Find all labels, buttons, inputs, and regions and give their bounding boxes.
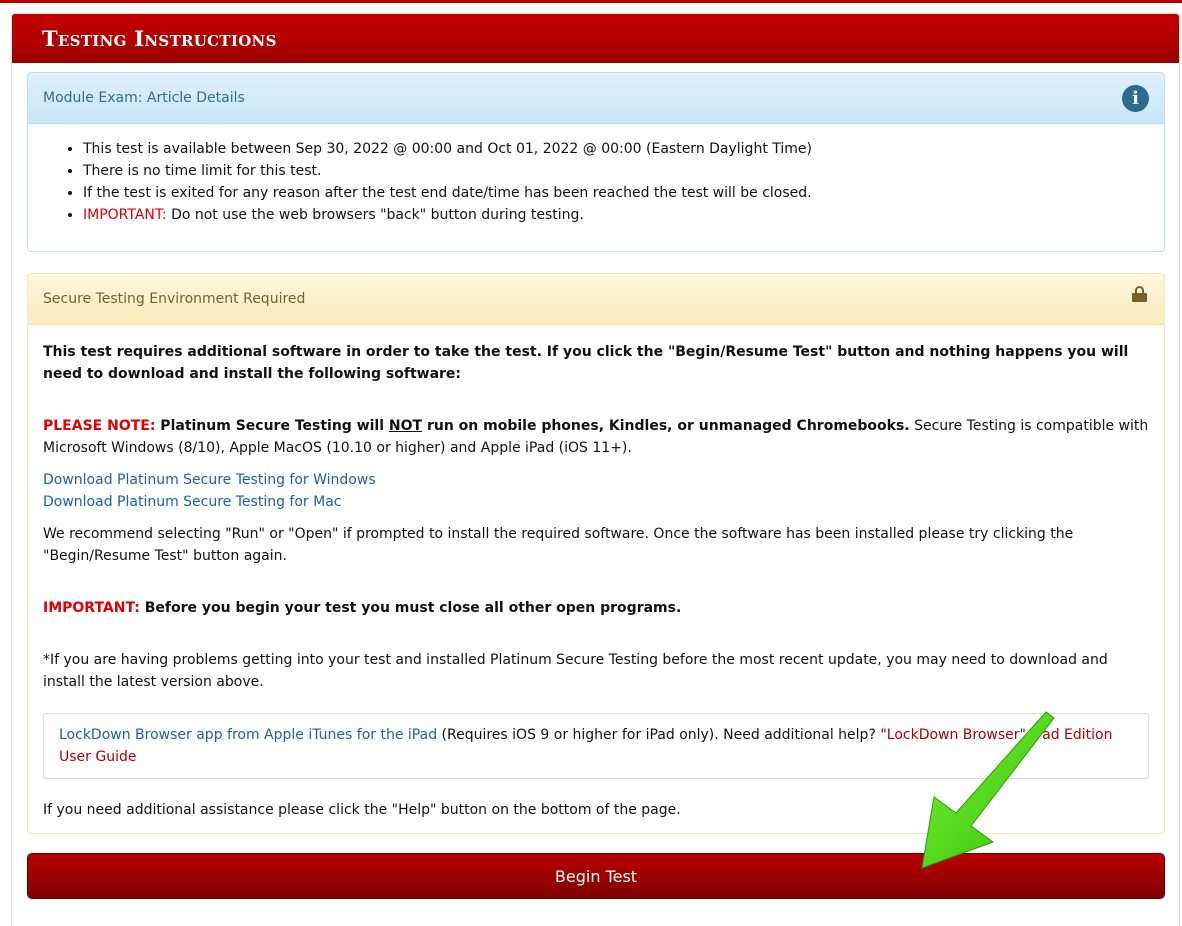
testing-instructions-card: Testing Instructions Module Exam: Articl…	[11, 13, 1180, 926]
begin-test-button[interactable]: Begin Test	[27, 853, 1165, 899]
problems-text: *If you are having problems getting into…	[43, 652, 1108, 690]
secure-testing-panel: Secure Testing Environment Required This…	[27, 273, 1165, 834]
recommend-text: We recommend selecting "Run" or "Open" i…	[43, 526, 1074, 564]
secure-testing-title: Secure Testing Environment Required	[43, 291, 306, 307]
list-item: This test is available between Sep 30, 2…	[83, 138, 1164, 160]
download-mac-link[interactable]: Download Platinum Secure Testing for Mac	[43, 494, 341, 510]
software-intro: This test requires additional software i…	[43, 344, 1129, 382]
lock-icon	[1132, 286, 1147, 302]
list-item: If the test is exited for any reason aft…	[83, 182, 1164, 204]
important-close-programs: IMPORTANT: Before you begin your test yo…	[43, 597, 1149, 619]
important-text: Before you begin your test you must clos…	[139, 600, 682, 616]
please-note: PLEASE NOTE: Platinum Secure Testing wil…	[43, 415, 1149, 459]
list-item: IMPORTANT: Do not use the web browsers "…	[83, 204, 1164, 226]
details-list: This test is available between Sep 30, 2…	[28, 124, 1164, 226]
article-details-title: Module Exam: Article Details	[43, 90, 245, 106]
download-windows-link[interactable]: Download Platinum Secure Testing for Win…	[43, 472, 376, 488]
help-text: If you need additional assistance please…	[43, 802, 681, 818]
page-title: Testing Instructions	[42, 26, 277, 51]
important-label: IMPORTANT:	[43, 600, 140, 616]
important-text: Do not use the web browsers "back" butto…	[166, 207, 584, 223]
info-icon: i	[1122, 84, 1149, 112]
ipad-info-box: LockDown Browser app from Apple iTunes f…	[43, 713, 1149, 779]
article-details-panel: Module Exam: Article Details i This test…	[27, 72, 1165, 252]
important-label: IMPORTANT:	[83, 207, 167, 223]
secure-testing-body: This test requires additional software i…	[28, 325, 1164, 821]
ipad-app-link[interactable]: LockDown Browser app from Apple iTunes f…	[59, 727, 437, 743]
secure-testing-header: Secure Testing Environment Required	[28, 274, 1164, 325]
please-note-not: NOT	[388, 418, 423, 434]
article-details-header: Module Exam: Article Details i	[28, 73, 1164, 124]
please-note-bold-1: Platinum Secure Testing will	[155, 418, 389, 434]
card-header: Testing Instructions	[12, 14, 1179, 63]
top-accent-bar	[0, 0, 1182, 3]
please-note-label: PLEASE NOTE:	[43, 418, 156, 434]
please-note-bold-2: run on mobile phones, Kindles, or unmana…	[422, 418, 910, 434]
list-item: There is no time limit for this test.	[83, 160, 1164, 182]
ipad-requirements: (Requires iOS 9 or higher for iPad only)…	[437, 727, 881, 743]
